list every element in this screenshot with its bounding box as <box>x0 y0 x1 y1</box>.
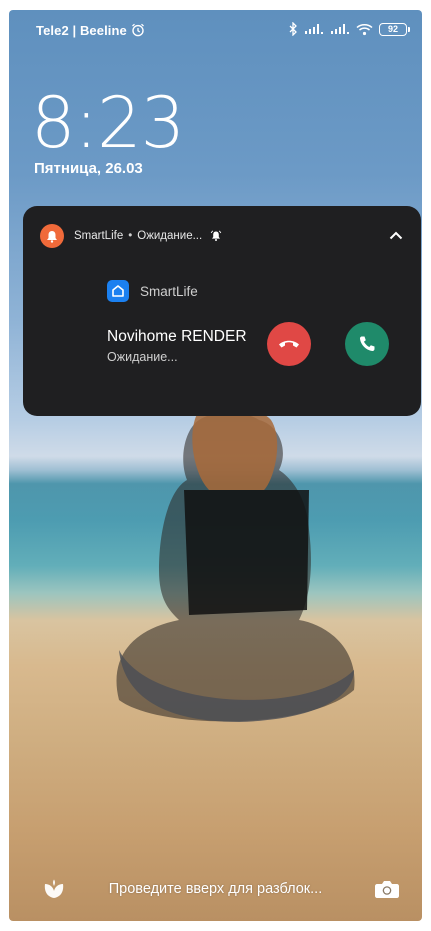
battery-icon: 92 <box>379 22 410 36</box>
accept-call-button[interactable] <box>345 322 389 366</box>
bluetooth-icon <box>289 22 297 36</box>
call-status: Ожидание... <box>107 350 178 364</box>
notification-app-name: SmartLife <box>74 230 124 242</box>
status-bar: Tele2 | Beeline 92 <box>9 10 422 52</box>
notification-summary: Ожидание... <box>137 230 203 242</box>
swipe-up-hint: Проведите вверх для разблок... <box>108 881 323 897</box>
alarm-icon <box>132 23 144 37</box>
lockscreen-bottom-bar: Проведите вверх для разблок... <box>9 872 422 906</box>
camera-icon[interactable] <box>374 878 400 900</box>
app-row: SmartLife <box>107 280 198 302</box>
header-separator: • <box>128 230 133 242</box>
alerting-bell-icon <box>210 230 222 241</box>
call-notification[interactable]: SmartLife • Ожидание... SmartLife Novihome… <box>23 206 421 416</box>
carrier-label: Tele2 | Beeline <box>36 23 127 38</box>
signal-icon <box>331 24 349 34</box>
signal-icon <box>305 24 323 34</box>
hang-up-icon <box>279 340 299 348</box>
caller-name: Novihome RENDER <box>107 328 247 345</box>
smartlife-logo-icon <box>107 280 129 302</box>
collapse-chevron-icon[interactable] <box>383 222 409 248</box>
app-bell-icon <box>40 224 64 248</box>
battery-level: 92 <box>379 22 407 36</box>
lock-screen: Tele2 | Beeline 92 8:23 Пятница, 26.03 S… <box>9 10 422 921</box>
lockscreen-date: Пятница, 26.03 <box>34 160 143 177</box>
notification-header: SmartLife • Ожидание... <box>40 224 222 248</box>
wifi-icon <box>356 23 373 35</box>
app-label: SmartLife <box>140 283 198 299</box>
lockscreen-clock: 8:23 <box>31 82 185 164</box>
decline-call-button[interactable] <box>267 322 311 366</box>
phone-icon <box>359 336 375 352</box>
